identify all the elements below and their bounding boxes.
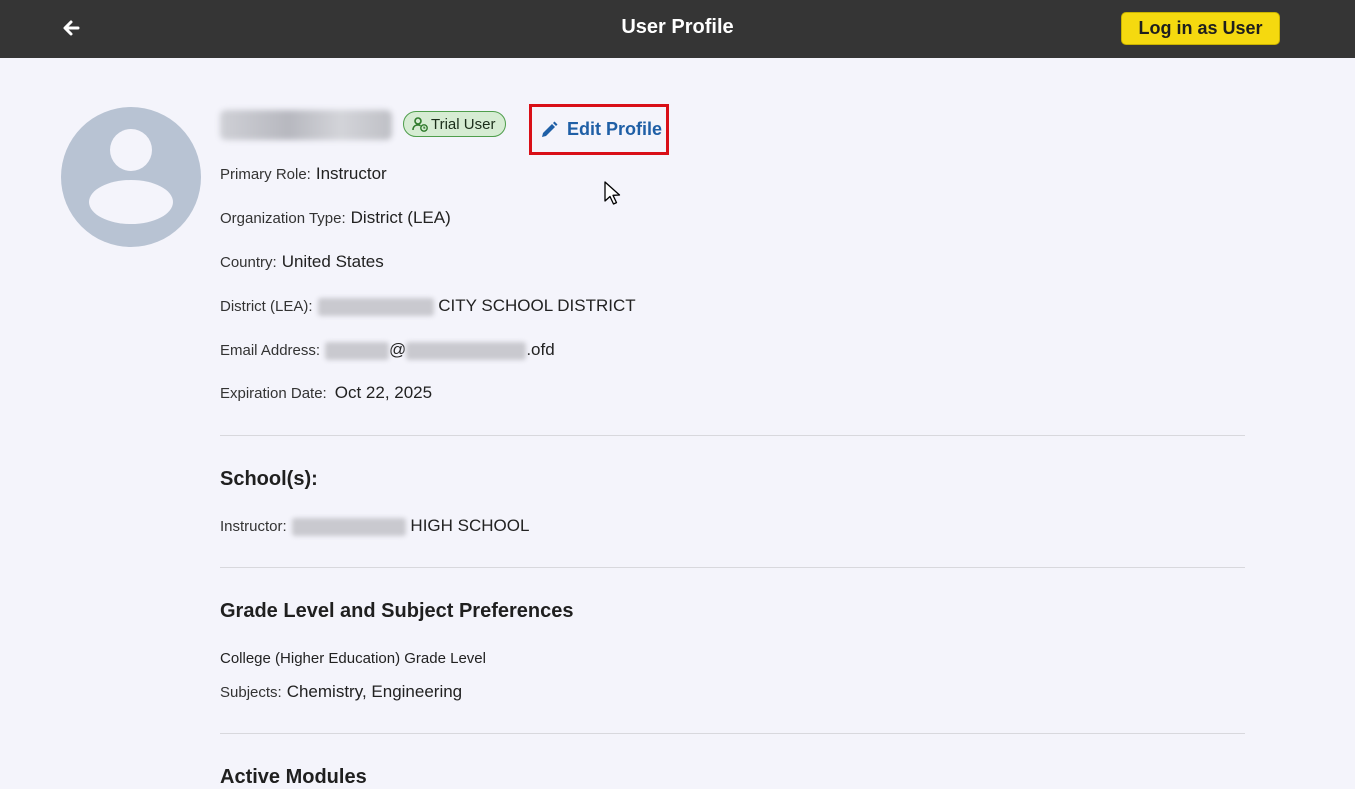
avatar [61,107,201,247]
email-field: Email Address: @ .ofd [220,340,555,360]
subjects-field: Subjects: Chemistry, Engineering [220,682,462,702]
email-at: @ [389,340,407,359]
active-modules-heading: Active Modules [220,766,367,788]
instructor-school-field: Instructor: HIGH SCHOOL [220,516,529,536]
top-bar: User Profile Log in as User [0,0,1355,58]
field-value: United States [281,252,384,271]
redacted-text [317,297,434,316]
grade-level-text: College (Higher Education) Grade Level [220,650,486,667]
field-label: Country: [220,254,277,271]
field-label: Expiration Date: [220,385,327,402]
preferences-heading: Grade Level and Subject Preferences [220,600,574,622]
primary-role-field: Primary Role: Instructor [220,164,387,184]
field-value: HIGH SCHOOL [410,516,530,535]
log-in-as-user-button[interactable]: Log in as User [1121,12,1280,45]
district-field: District (LEA): CITY SCHOOL DISTRICT [220,296,636,316]
field-label: Primary Role: [220,166,311,183]
field-value: Oct 22, 2025 [334,383,433,402]
badge-label: Trial User [431,115,496,133]
field-label: Email Address: [220,342,321,359]
section-divider [220,435,1245,436]
pencil-icon [542,121,558,137]
field-value: Instructor [315,164,387,183]
field-label: District (LEA): [220,298,313,315]
schools-heading: School(s): [220,468,318,490]
field-value: CITY SCHOOL DISTRICT [438,296,636,315]
edit-profile-label: Edit Profile [567,119,663,139]
expiration-date-field: Expiration Date: Oct 22, 2025 [220,383,432,403]
field-label: Instructor: [220,518,287,535]
email-suffix: .ofd [526,340,555,359]
mouse-pointer-icon [604,181,621,205]
edit-profile-link[interactable]: Edit Profile [529,104,669,155]
user-avatar-icon [61,107,201,247]
field-value: Chemistry, Engineering [286,682,463,701]
field-label: Subjects: [220,684,282,701]
redacted-text [406,341,527,360]
organization-type-field: Organization Type: District (LEA) [220,208,451,228]
redacted-text [291,517,406,536]
redacted-text [325,341,390,360]
user-name-redacted [220,110,392,140]
trial-user-badge: Trial User [403,111,507,137]
section-divider [220,567,1245,568]
country-field: Country: United States [220,252,384,272]
user-clock-icon [412,117,428,132]
field-value: District (LEA) [350,208,451,227]
field-label: Organization Type: [220,210,346,227]
section-divider [220,733,1245,734]
